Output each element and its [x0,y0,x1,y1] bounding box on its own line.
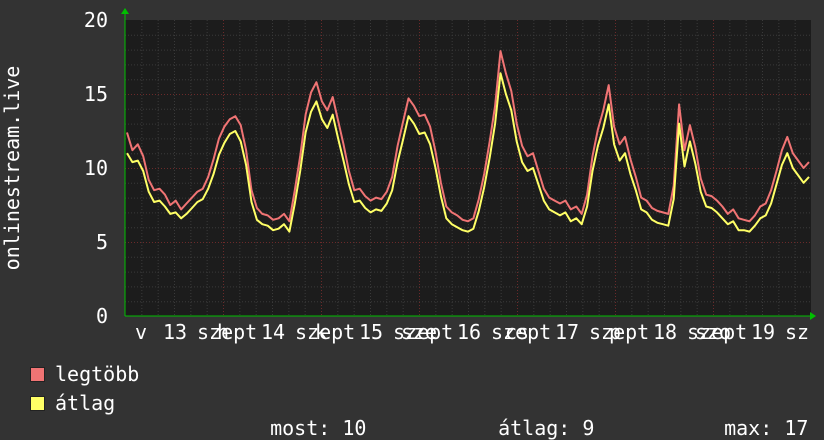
x-tick-label: 17 [555,320,579,344]
y-tick-label: 0 [96,304,108,328]
x-tick-label: 16 [457,320,481,344]
x-tick-label: k [315,320,327,344]
x-tick-label: 19 [751,320,775,344]
x-tick-label: cs [505,320,529,344]
stat-avg: átlag: 9 [474,392,594,440]
x-tick-label: 18 [653,320,677,344]
x-tick-label: 13 [163,320,187,344]
y-axis-ticks: 0 5 10 15 20 [84,8,108,328]
stat-avg-value: 9 [582,416,595,440]
stat-max-label: max: [724,416,773,440]
y-tick-label: 15 [84,82,108,106]
stat-avg-label: átlag: [498,416,571,440]
y-axis-label: onlinestream.live [0,66,24,271]
stat-now: most: 10 [246,392,366,440]
stat-max: max: 17 [700,392,808,440]
x-tick-label: v [135,320,147,344]
y-tick-label: 10 [84,156,108,180]
y-axis-arrow-icon [121,8,129,14]
x-tick-label: sze [401,320,437,344]
atlag-swatch-icon [30,395,45,411]
legend-item-legtobb: legtöbb [30,362,140,386]
x-tick-label: p [609,320,621,344]
stat-now-label: most: [270,416,331,440]
x-axis-arrow-icon [810,312,816,320]
legend-label-legtobb: legtöbb [55,362,140,386]
x-tick-label: szo [695,320,731,344]
legend-item-atlag: átlag [30,391,116,415]
x-tick-label: 14 [261,320,285,344]
x-tick-label: sz [785,320,809,344]
x-axis-ticks: v 13 szepth 14 szeptk 15 szeptsze 16 szeptcs 17 sz… [135,320,809,344]
x-tick-label: h [217,320,229,344]
x-tick-label: 15 [359,320,383,344]
stat-now-value: 10 [342,416,367,440]
legend-label-atlag: átlag [55,391,116,415]
stat-max-value: 17 [784,416,809,440]
y-tick-label: 20 [84,8,108,32]
legtobb-swatch-icon [30,366,45,382]
y-tick-label: 5 [96,230,108,254]
